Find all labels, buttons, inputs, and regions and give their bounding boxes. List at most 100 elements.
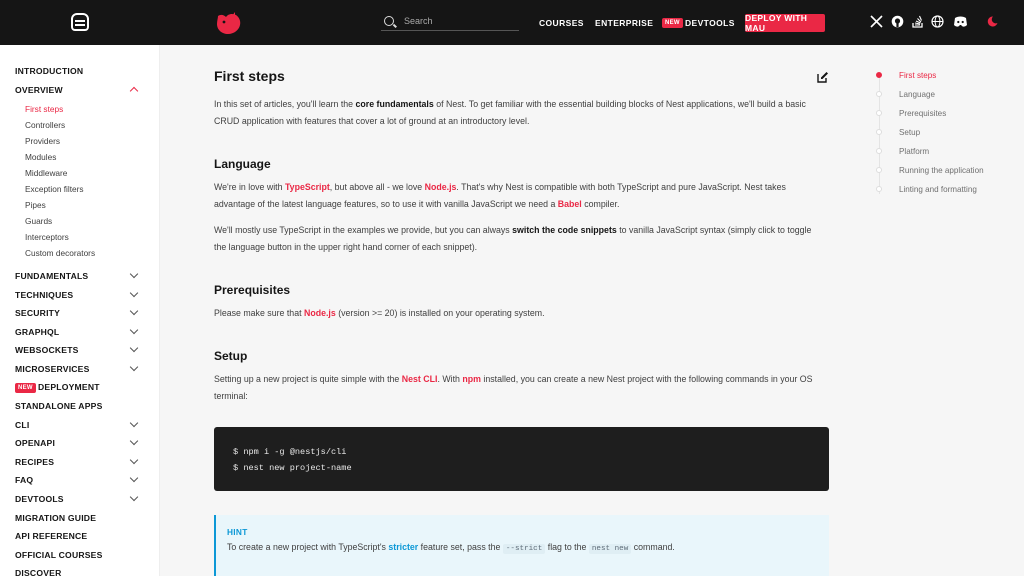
sidebar-item-fundamentals[interactable]: FUNDAMENTALS [15, 271, 88, 281]
chevron-down-icon[interactable] [129, 436, 139, 446]
search-box[interactable] [381, 12, 519, 31]
sidebar-subitem-guards[interactable]: Guards [25, 216, 52, 226]
setup-paragraph: Setting up a new project is quite simple… [214, 374, 813, 401]
nav-enterprise[interactable]: ENTERPRISE [595, 18, 653, 28]
hint-text: To create a new project with TypeScript'… [227, 542, 675, 554]
sidebar-item-websockets[interactable]: WEBSOCKETS [15, 345, 79, 355]
stackoverflow-icon[interactable] [911, 15, 924, 28]
heading-prerequisites: Prerequisites [214, 283, 291, 297]
sidebar-item-faq[interactable]: FAQ [15, 475, 33, 485]
heading-language: Language [214, 157, 271, 171]
toc-item-linting-and-formatting[interactable]: Linting and formatting [899, 185, 977, 194]
toc-dot [876, 91, 882, 97]
x-icon[interactable] [870, 15, 883, 28]
sidebar-subitem-providers[interactable]: Providers [25, 136, 60, 146]
hamburger-menu-icon[interactable] [71, 13, 89, 31]
toc-item-first-steps[interactable]: First steps [899, 71, 936, 80]
chevron-down-icon[interactable] [129, 306, 139, 316]
language-paragraph-1: We're in love with TypeScript, but above… [214, 182, 786, 209]
toc-item-platform[interactable]: Platform [899, 147, 929, 156]
sidebar-item-overview[interactable]: OVERVIEW [15, 85, 63, 95]
sidebar-item-deployment[interactable]: DEPLOYMENT [38, 382, 100, 392]
sidebar-subitem-middleware[interactable]: Middleware [25, 168, 67, 178]
chevron-down-icon[interactable] [129, 362, 139, 372]
sidebar-item-openapi[interactable]: OPENAPI [15, 438, 55, 448]
search-icon [384, 16, 394, 26]
chevron-up-icon[interactable] [129, 86, 139, 96]
toc-dot [876, 186, 882, 192]
discord-icon[interactable] [953, 15, 968, 28]
nest-logo[interactable] [214, 10, 242, 36]
chevron-down-icon[interactable] [129, 325, 139, 335]
nodejs-link[interactable]: Node.js [425, 182, 457, 192]
toc-dot [876, 72, 882, 78]
globe-icon[interactable] [931, 15, 944, 28]
github-icon[interactable] [891, 15, 904, 28]
sidebar-item-api-reference[interactable]: API REFERENCE [15, 531, 87, 541]
toc-dot [876, 148, 882, 154]
sidebar-item-microservices[interactable]: MICROSERVICES [15, 364, 90, 374]
toc-item-setup[interactable]: Setup [899, 128, 920, 137]
code-line: $ nest new project-name [233, 463, 352, 473]
toc-item-prerequisites[interactable]: Prerequisites [899, 109, 946, 118]
nest-cli-link[interactable]: Nest CLI [402, 374, 438, 384]
toc-item-language[interactable]: Language [899, 90, 935, 99]
npm-link[interactable]: npm [462, 374, 481, 384]
heading-setup: Setup [214, 349, 248, 363]
chevron-down-icon[interactable] [129, 492, 139, 502]
sidebar-item-cli[interactable]: CLI [15, 420, 29, 430]
sidebar-subitem-interceptors[interactable]: Interceptors [25, 232, 69, 242]
deploy-with-mau-button[interactable]: DEPLOY WITH MAU [745, 13, 825, 33]
hint-callout: HINT To create a new project with TypeSc… [214, 515, 829, 576]
chevron-down-icon[interactable] [129, 288, 139, 298]
inline-code: --strict [502, 544, 546, 554]
sidebar-subitem-pipes[interactable]: Pipes [25, 200, 46, 210]
toc-dot [876, 167, 882, 173]
sidebar-subitem-custom-decorators[interactable]: Custom decorators [25, 248, 95, 258]
sidebar-item-techniques[interactable]: TECHNIQUES [15, 290, 73, 300]
inline-code: nest new [588, 544, 632, 554]
sidebar-item-recipes[interactable]: RECIPES [15, 457, 54, 467]
code-block[interactable]: $ npm i -g @nestjs/cli $ nest new projec… [214, 427, 829, 491]
toc-item-running-the-application[interactable]: Running the application [899, 166, 984, 175]
sidebar-item-graphql[interactable]: GRAPHQL [15, 327, 59, 337]
chevron-down-icon[interactable] [129, 343, 139, 353]
table-of-contents: First steps Language Prerequisites Setup… [870, 66, 1020, 206]
new-badge: NEW [662, 18, 683, 28]
new-badge: NEW [15, 383, 36, 393]
sidebar-item-standalone-apps[interactable]: STANDALONE APPS [15, 401, 103, 411]
babel-link[interactable]: Babel [558, 199, 582, 209]
top-header: COURSES ENTERPRISE NEW DEVTOOLS DEPLOY W… [0, 0, 1024, 45]
language-paragraph-2: We'll mostly use TypeScript in the examp… [214, 225, 812, 252]
theme-toggle-icon[interactable] [986, 15, 999, 28]
toc-dot [876, 110, 882, 116]
intro-paragraph: In this set of articles, you'll learn th… [214, 99, 806, 126]
sidebar-subitem-controllers[interactable]: Controllers [25, 120, 65, 130]
toc-dot [876, 129, 882, 135]
chevron-down-icon[interactable] [129, 473, 139, 483]
sidebar-item-security[interactable]: SECURITY [15, 308, 60, 318]
hint-title: HINT [227, 527, 248, 537]
chevron-down-icon[interactable] [129, 418, 139, 428]
nodejs-link[interactable]: Node.js [304, 308, 336, 318]
chevron-down-icon[interactable] [129, 455, 139, 465]
edit-icon[interactable] [817, 71, 829, 83]
sidebar-item-official-courses[interactable]: OFFICIAL COURSES [15, 550, 103, 560]
page-title: First steps [214, 68, 285, 84]
typescript-link[interactable]: TypeScript [285, 182, 330, 192]
code-line: $ npm i -g @nestjs/cli [233, 447, 347, 457]
nav-devtools[interactable]: DEVTOOLS [685, 18, 735, 28]
sidebar-item-devtools[interactable]: DEVTOOLS [15, 494, 64, 504]
search-input[interactable] [404, 16, 514, 26]
sidebar-subitem-first-steps[interactable]: First steps [25, 104, 63, 114]
chevron-down-icon[interactable] [129, 269, 139, 279]
stricter-link[interactable]: stricter [388, 542, 418, 552]
sidebar-item-introduction[interactable]: INTRODUCTION [15, 66, 83, 76]
nav-courses[interactable]: COURSES [539, 18, 584, 28]
prerequisites-paragraph: Please make sure that Node.js (version >… [214, 308, 545, 318]
sidebar-item-discover[interactable]: DISCOVER [15, 568, 62, 576]
sidebar-nav: INTRODUCTION OVERVIEW First steps Contro… [0, 45, 160, 576]
sidebar-item-migration-guide[interactable]: MIGRATION GUIDE [15, 513, 96, 523]
sidebar-subitem-exception-filters[interactable]: Exception filters [25, 184, 84, 194]
sidebar-subitem-modules[interactable]: Modules [25, 152, 56, 162]
